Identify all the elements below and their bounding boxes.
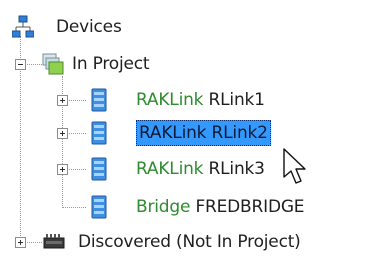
device-name: RLink1 (208, 90, 265, 110)
tree-node-label: Devices (56, 17, 122, 37)
mouse-pointer-icon (283, 148, 306, 184)
expand-toggle[interactable] (57, 164, 68, 175)
device-module-icon (91, 195, 107, 219)
expand-toggle[interactable] (57, 128, 68, 139)
device-type: RAKLink (136, 90, 204, 110)
device-name: FREDBRIDGE (195, 197, 305, 217)
project-screens-icon (42, 53, 64, 75)
tree-node-device[interactable]: RAKLink RLink1 (90, 87, 265, 113)
device-name: RLink3 (208, 159, 265, 179)
collapse-toggle[interactable] (15, 59, 26, 70)
tree-node-discovered[interactable]: Discovered (Not In Project) (42, 229, 301, 255)
tree-line (62, 207, 86, 208)
device-network-icon (12, 15, 34, 38)
tree-node-device-selected[interactable]: RAKLink RLink2 (90, 120, 271, 146)
tree-node-label: In Project (72, 54, 150, 74)
expand-toggle[interactable] (57, 95, 68, 106)
device-type: RAKLink (136, 159, 204, 179)
device-type: Bridge (136, 197, 191, 217)
device-module-icon (91, 157, 107, 181)
device-name: RLink2 (211, 123, 268, 143)
tree-node-devices[interactable]: Devices (12, 14, 122, 40)
tree-node-label: Discovered (Not In Project) (78, 232, 301, 252)
expand-toggle[interactable] (15, 237, 26, 248)
tree-node-device[interactable]: Bridge FREDBRIDGE (90, 194, 305, 220)
network-switch-icon (43, 234, 65, 249)
tree-node-in-project[interactable]: In Project (42, 51, 150, 77)
tree-node-device[interactable]: RAKLink RLink3 (90, 156, 265, 182)
device-type: RAKLink (139, 123, 207, 143)
device-module-icon (91, 88, 107, 112)
device-module-icon (91, 121, 107, 145)
